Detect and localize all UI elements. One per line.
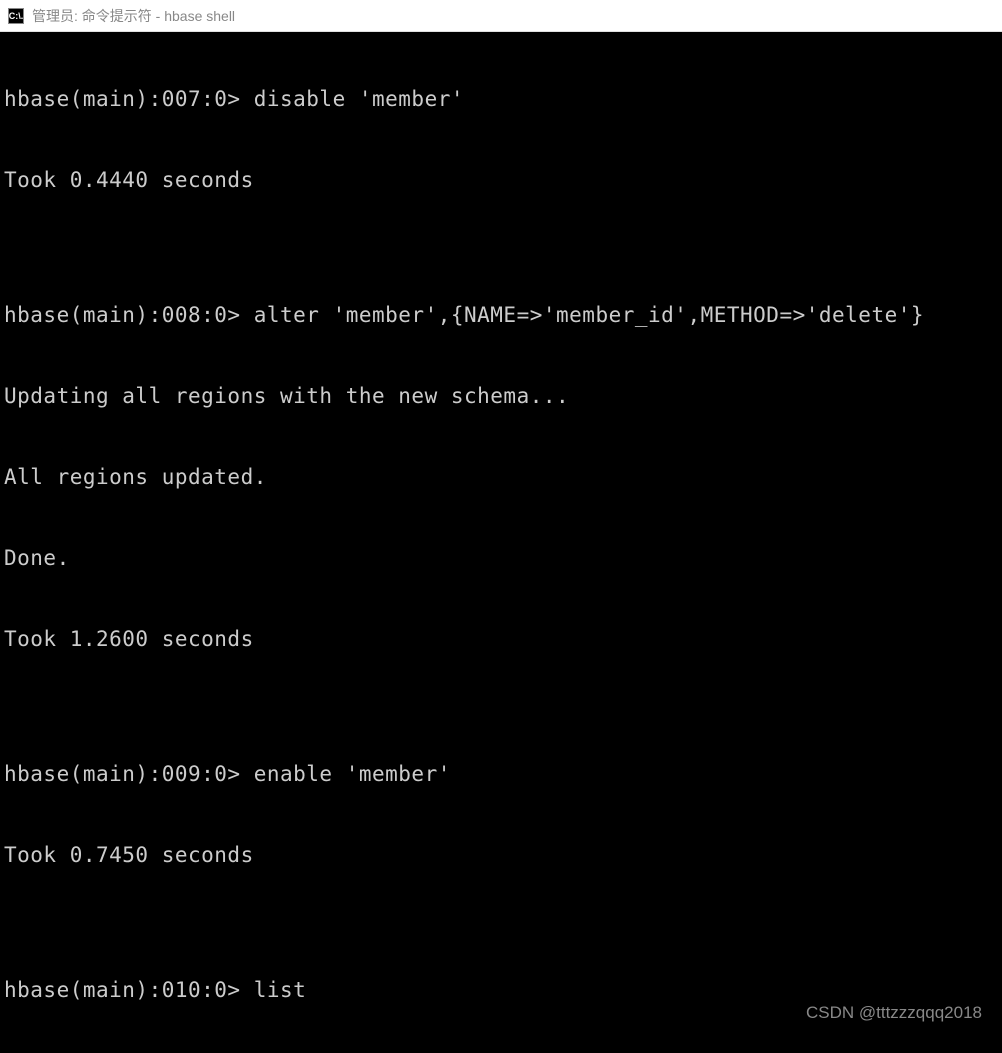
window-title: 管理员: 命令提示符 - hbase shell — [32, 6, 235, 26]
terminal-line: Done. — [4, 545, 1002, 572]
terminal-line: Took 0.4440 seconds — [4, 167, 1002, 194]
terminal-line: Took 0.7450 seconds — [4, 842, 1002, 869]
terminal-line: hbase(main):007:0> disable 'member' — [4, 86, 1002, 113]
terminal-content[interactable]: hbase(main):007:0> disable 'member' Took… — [0, 32, 1002, 1053]
terminal-line: hbase(main):010:0> list — [4, 977, 1002, 1004]
terminal-line: All regions updated. — [4, 464, 1002, 491]
terminal-line: Took 1.2600 seconds — [4, 626, 1002, 653]
terminal-line: hbase(main):009:0> enable 'member' — [4, 761, 1002, 788]
cmd-icon: C:\. — [8, 8, 24, 24]
terminal-window: C:\. 管理员: 命令提示符 - hbase shell hbase(main… — [0, 0, 1002, 1053]
terminal-line: Updating all regions with the new schema… — [4, 383, 1002, 410]
window-titlebar[interactable]: C:\. 管理员: 命令提示符 - hbase shell — [0, 0, 1002, 32]
watermark: CSDN @tttzzzqqq2018 — [806, 1003, 982, 1023]
terminal-line: hbase(main):008:0> alter 'member',{NAME=… — [4, 302, 1002, 329]
